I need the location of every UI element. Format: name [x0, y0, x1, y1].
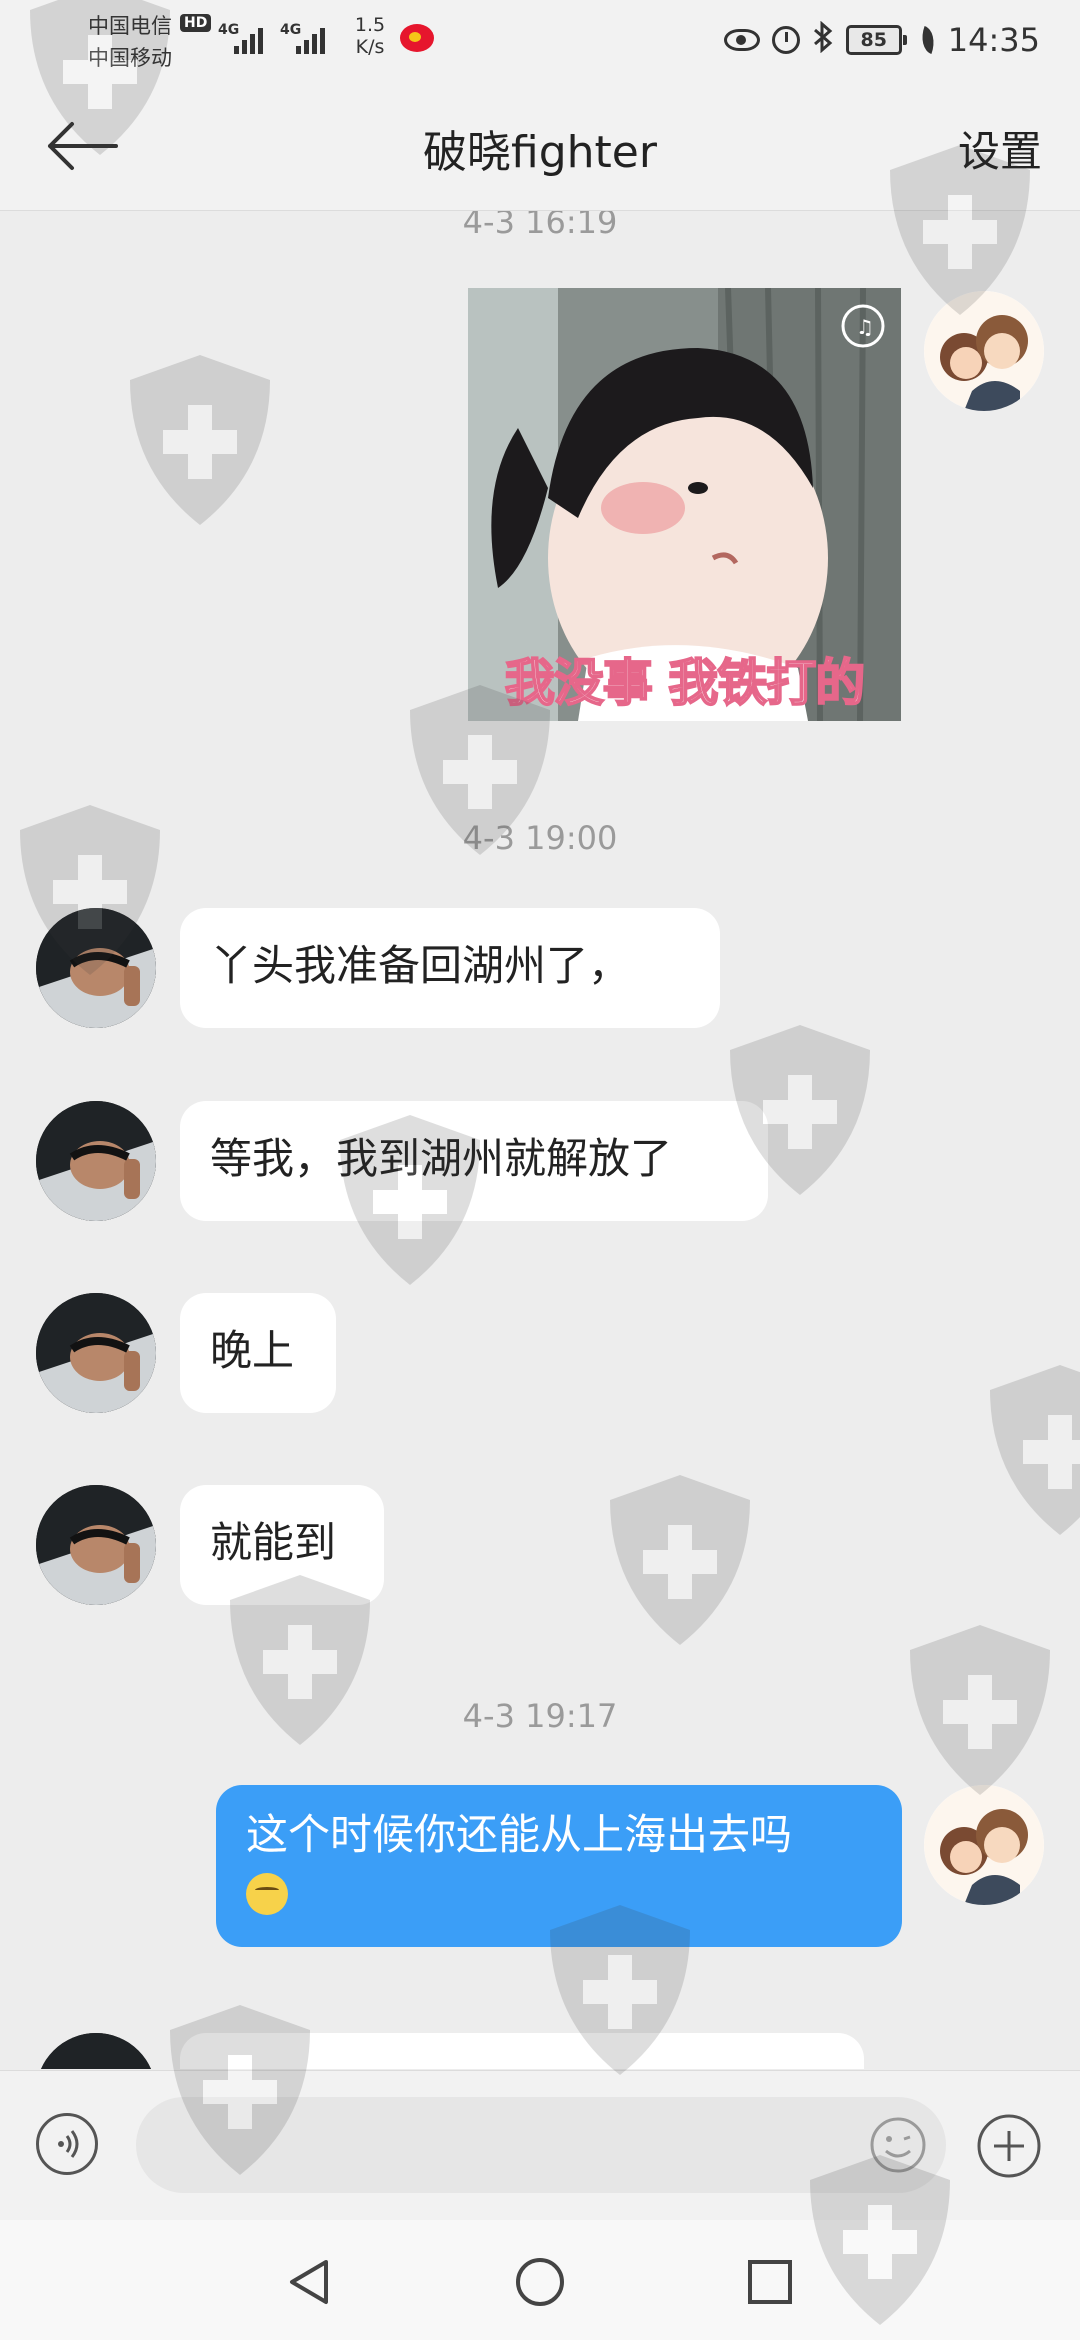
sticker-message[interactable]: ♫ 我没事 我铁打的: [468, 288, 901, 721]
eye-icon: [723, 29, 760, 51]
network-speed-value: 1.5: [354, 14, 386, 36]
message-bubble[interactable]: 这个时候你还能从上海出去吗: [216, 1785, 902, 1947]
status-clock: 14:35: [947, 21, 1040, 59]
bluetooth-icon: [812, 20, 834, 59]
network-speed: 1.5 K/s: [350, 14, 390, 58]
plus-circle-icon: [977, 2114, 1041, 2178]
network-speed-unit: K/s: [355, 36, 385, 58]
input-bar: [0, 2070, 1080, 2221]
chat-header: 破晓fighter 设置: [0, 80, 1080, 211]
carrier-label-1: 中国电信: [88, 14, 172, 38]
leaf-icon: [916, 25, 940, 55]
message-bubble[interactable]: 就能到: [180, 1485, 384, 1605]
my-avatar[interactable]: [924, 291, 1044, 411]
signal-strength-icon: 4G: [218, 22, 274, 54]
my-avatar[interactable]: [924, 1785, 1044, 1905]
contact-avatar[interactable]: [36, 2033, 156, 2069]
message-bubble[interactable]: 等我，我到湖州就解放了: [180, 1101, 768, 1221]
triangle-back-icon: [290, 2260, 328, 2304]
contact-avatar[interactable]: [36, 1293, 156, 1413]
alarm-icon: [771, 26, 800, 54]
circle-home-icon: [516, 2258, 564, 2306]
settings-button[interactable]: 设置: [958, 118, 1042, 179]
sticker-caption: 我没事 我铁打的: [504, 653, 866, 713]
message-bubble[interactable]: 晚上: [180, 1293, 336, 1413]
battery-icon: 85: [845, 25, 907, 55]
carrier-label-2: 中国移动: [88, 46, 172, 70]
contact-avatar[interactable]: [36, 1485, 156, 1605]
message-bubble[interactable]: [180, 2033, 864, 2069]
thinking-emoji-icon: [246, 1872, 288, 1915]
nav-recents-button[interactable]: [742, 2254, 798, 2310]
voice-icon: [58, 2130, 79, 2158]
emoji-button[interactable]: [868, 2115, 928, 2175]
signal-strength-icon: 4G: [280, 22, 336, 54]
page-title: 破晓fighter: [423, 127, 657, 178]
chat-message-list[interactable]: 4-3 16:19 ♫ 我没事 我铁打的 4-3 19:00 丫头我准备回湖州了…: [0, 211, 1080, 2069]
message-bubble[interactable]: 丫头我准备回湖州了，: [180, 908, 720, 1028]
nav-back-button[interactable]: [282, 2254, 338, 2310]
svg-text:♫: ♫: [856, 315, 874, 339]
contact-avatar[interactable]: [36, 1101, 156, 1221]
voice-input-button[interactable]: [36, 2113, 98, 2175]
status-bar: 中国电信 中国移动 HD 4G 4G 1.5 K/s 85 14:35: [0, 0, 1080, 80]
hd-badge: HD: [180, 14, 212, 32]
timestamp: 4-3 19:00: [462, 819, 618, 857]
message-text: 这个时候你还能从上海出去吗: [246, 1810, 793, 1859]
contact-avatar[interactable]: [36, 908, 156, 1028]
timestamp: 4-3 16:19: [462, 211, 618, 241]
system-navigation-bar: [0, 2220, 1080, 2340]
square-recents-icon: [748, 2260, 792, 2304]
timestamp: 4-3 19:17: [462, 1697, 618, 1735]
weibo-icon: [400, 24, 434, 52]
message-input[interactable]: [136, 2097, 946, 2193]
more-options-button[interactable]: [976, 2113, 1042, 2179]
smiley-icon: [870, 2117, 926, 2173]
nav-home-button[interactable]: [512, 2254, 568, 2310]
